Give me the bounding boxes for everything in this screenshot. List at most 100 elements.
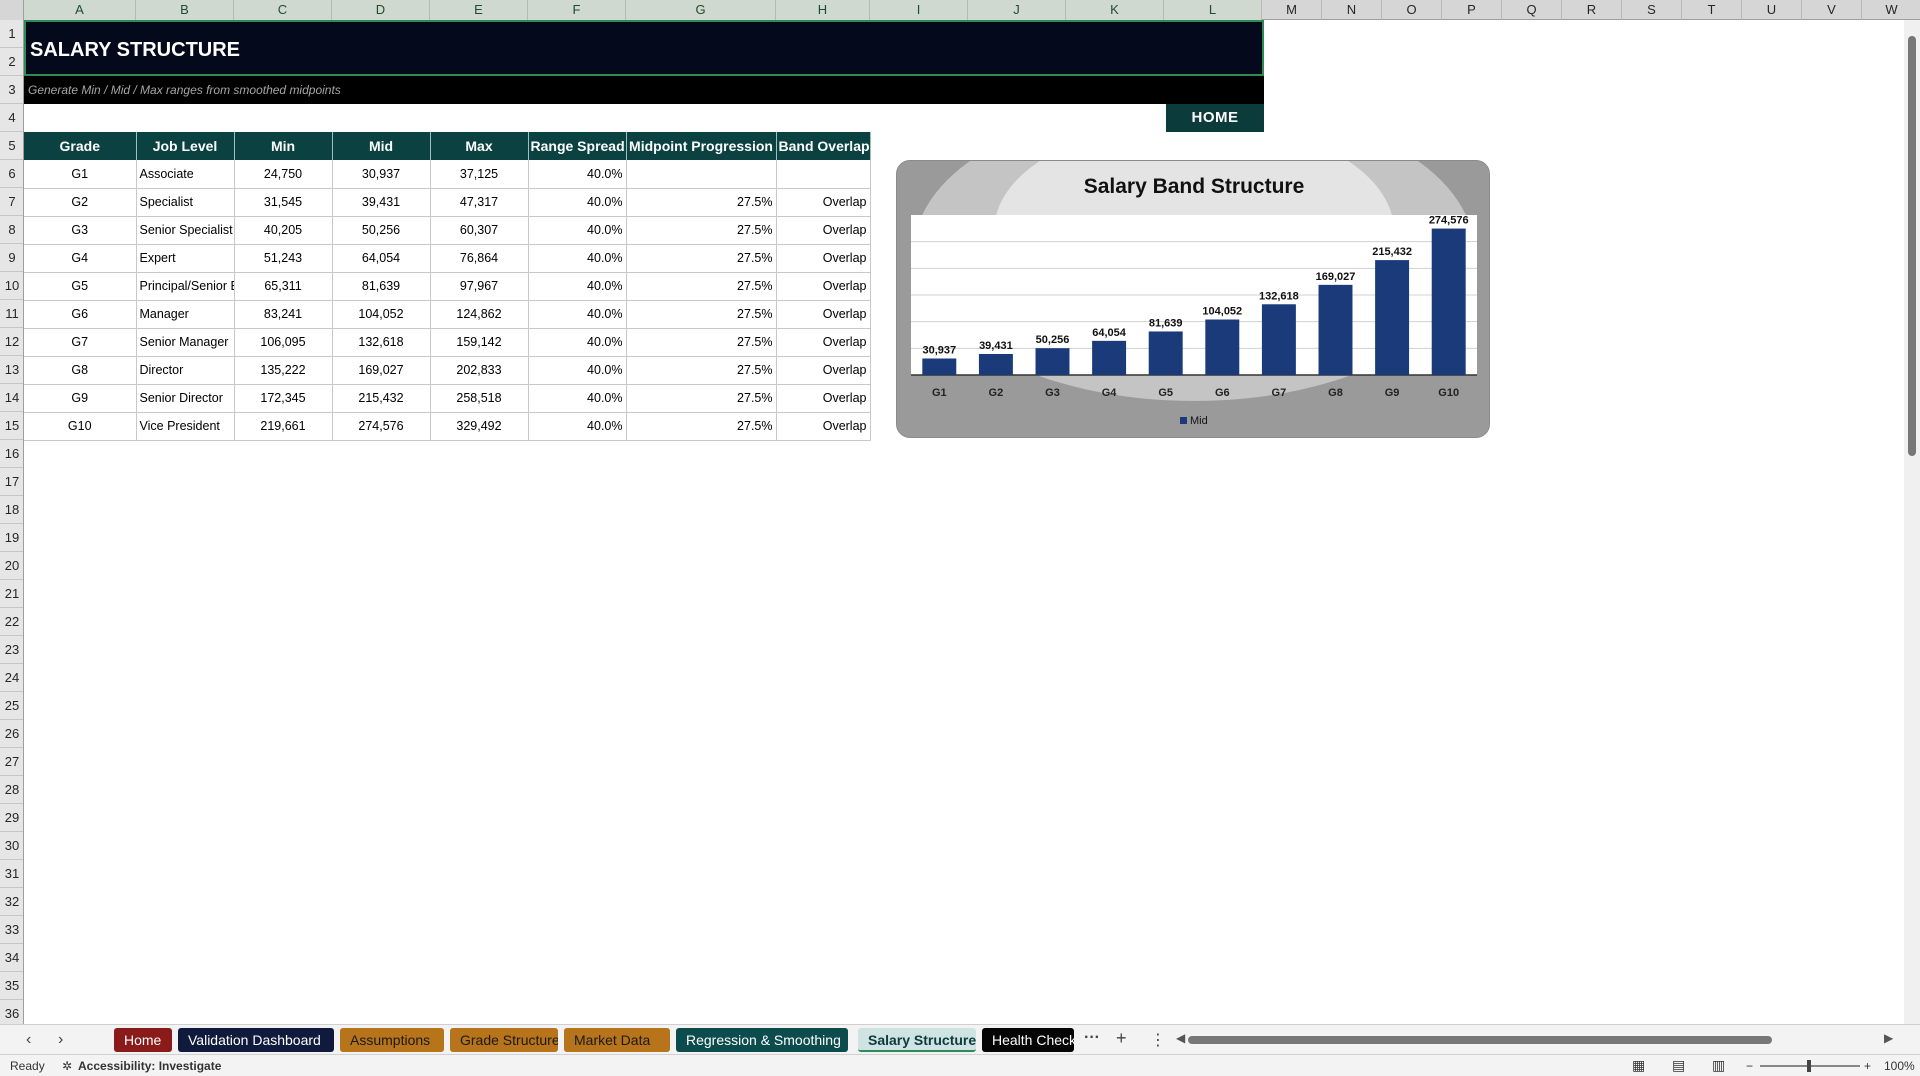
- table-cell[interactable]: 135,222: [234, 356, 333, 385]
- row-header[interactable]: 2: [0, 48, 23, 76]
- column-header[interactable]: V: [1802, 0, 1862, 20]
- table-cell[interactable]: Overlap: [776, 216, 871, 245]
- table-cell[interactable]: G10: [24, 412, 137, 441]
- column-header[interactable]: L: [1164, 0, 1262, 20]
- row-header[interactable]: 11: [0, 300, 23, 328]
- table-cell[interactable]: Overlap: [776, 272, 871, 301]
- table-cell[interactable]: 202,833: [430, 356, 529, 385]
- sheet-tab[interactable]: Salary Structure: [858, 1028, 976, 1052]
- table-cell[interactable]: G6: [24, 300, 137, 329]
- zoom-slider-thumb[interactable]: [1807, 1060, 1811, 1072]
- row-header[interactable]: 19: [0, 524, 23, 552]
- row-header[interactable]: 32: [0, 888, 23, 916]
- column-header[interactable]: O: [1382, 0, 1442, 20]
- row-header[interactable]: 21: [0, 580, 23, 608]
- table-cell[interactable]: G3: [24, 216, 137, 245]
- column-header[interactable]: C: [234, 0, 332, 20]
- table-cell[interactable]: 24,750: [234, 160, 333, 189]
- column-header[interactable]: P: [1442, 0, 1502, 20]
- sheet-tab[interactable]: Grade Structure: [450, 1028, 558, 1052]
- table-cell[interactable]: 274,576: [332, 412, 431, 441]
- column-header[interactable]: R: [1562, 0, 1622, 20]
- row-header[interactable]: 23: [0, 636, 23, 664]
- table-cell[interactable]: 97,967: [430, 272, 529, 301]
- row-header[interactable]: 7: [0, 188, 23, 216]
- table-cell[interactable]: 27.5%: [626, 300, 777, 329]
- row-header[interactable]: 35: [0, 972, 23, 1000]
- table-cell[interactable]: 159,142: [430, 328, 529, 357]
- table-cell[interactable]: [626, 160, 777, 189]
- table-cell[interactable]: Overlap: [776, 328, 871, 357]
- table-cell[interactable]: 60,307: [430, 216, 529, 245]
- add-sheet-button[interactable]: +: [1116, 1028, 1127, 1049]
- table-cell[interactable]: 106,095: [234, 328, 333, 357]
- chevron-left-icon[interactable]: ‹: [26, 1031, 31, 1049]
- table-cell[interactable]: 30,937: [332, 160, 431, 189]
- table-cell[interactable]: 27.5%: [626, 272, 777, 301]
- sheet-grid[interactable]: SALARY STRUCTURE Generate Min / Mid / Ma…: [24, 20, 1904, 1024]
- row-header[interactable]: 24: [0, 664, 23, 692]
- sheet-tab[interactable]: Home: [114, 1028, 172, 1052]
- column-header[interactable]: J: [968, 0, 1066, 20]
- table-cell[interactable]: 258,518: [430, 384, 529, 413]
- table-cell[interactable]: 47,317: [430, 188, 529, 217]
- more-tabs-icon[interactable]: ···: [1084, 1029, 1100, 1047]
- vertical-scrollbar[interactable]: [1904, 20, 1920, 1024]
- subtitle-bar[interactable]: Generate Min / Mid / Max ranges from smo…: [24, 76, 1264, 104]
- table-cell[interactable]: Vice President: [136, 412, 235, 441]
- table-cell[interactable]: 27.5%: [626, 412, 777, 441]
- row-header[interactable]: 1: [0, 20, 23, 48]
- table-cell[interactable]: 40,205: [234, 216, 333, 245]
- table-header-cell[interactable]: Band Overlap: [776, 132, 871, 160]
- column-header[interactable]: S: [1622, 0, 1682, 20]
- row-header[interactable]: 4: [0, 104, 23, 132]
- table-cell[interactable]: 27.5%: [626, 188, 777, 217]
- chevron-right-icon[interactable]: ›: [58, 1031, 63, 1049]
- column-header[interactable]: H: [776, 0, 870, 20]
- sheet-tab[interactable]: Regression & Smoothing: [676, 1028, 848, 1052]
- zoom-out-icon[interactable]: −: [1746, 1059, 1753, 1073]
- row-header[interactable]: 6: [0, 160, 23, 188]
- normal-view-icon[interactable]: ▦: [1632, 1057, 1645, 1074]
- row-header[interactable]: 36: [0, 1000, 23, 1024]
- zoom-slider[interactable]: [1760, 1060, 1860, 1072]
- row-header[interactable]: 25: [0, 692, 23, 720]
- table-cell[interactable]: Expert: [136, 244, 235, 273]
- table-cell[interactable]: 40.0%: [528, 188, 627, 217]
- table-cell[interactable]: 40.0%: [528, 328, 627, 357]
- table-cell[interactable]: 40.0%: [528, 412, 627, 441]
- column-header[interactable]: D: [332, 0, 430, 20]
- table-cell[interactable]: Overlap: [776, 300, 871, 329]
- home-button[interactable]: HOME: [1166, 104, 1264, 132]
- table-cell[interactable]: 31,545: [234, 188, 333, 217]
- table-cell[interactable]: G7: [24, 328, 137, 357]
- row-header[interactable]: 26: [0, 720, 23, 748]
- table-cell[interactable]: 219,661: [234, 412, 333, 441]
- row-header[interactable]: 10: [0, 272, 23, 300]
- table-cell[interactable]: 329,492: [430, 412, 529, 441]
- table-cell[interactable]: [776, 160, 871, 189]
- table-cell[interactable]: 27.5%: [626, 328, 777, 357]
- column-header[interactable]: F: [528, 0, 626, 20]
- table-cell[interactable]: Director: [136, 356, 235, 385]
- table-cell[interactable]: 64,054: [332, 244, 431, 273]
- table-cell[interactable]: Specialist: [136, 188, 235, 217]
- table-header-cell[interactable]: Max: [430, 132, 529, 160]
- table-cell[interactable]: 40.0%: [528, 160, 627, 189]
- table-cell[interactable]: 27.5%: [626, 216, 777, 245]
- table-cell[interactable]: 40.0%: [528, 384, 627, 413]
- table-header-cell[interactable]: Job Level: [136, 132, 235, 160]
- table-header-cell[interactable]: Range Spread: [528, 132, 627, 160]
- scroll-left-icon[interactable]: ◀: [1176, 1031, 1185, 1045]
- column-header[interactable]: G: [626, 0, 776, 20]
- table-cell[interactable]: G2: [24, 188, 137, 217]
- table-cell[interactable]: 81,639: [332, 272, 431, 301]
- table-header-cell[interactable]: Min: [234, 132, 333, 160]
- table-cell[interactable]: 37,125: [430, 160, 529, 189]
- table-cell[interactable]: 172,345: [234, 384, 333, 413]
- column-header[interactable]: K: [1066, 0, 1164, 20]
- row-header[interactable]: 34: [0, 944, 23, 972]
- row-header[interactable]: 15: [0, 412, 23, 440]
- page-layout-view-icon[interactable]: ▤: [1672, 1057, 1685, 1074]
- row-header[interactable]: 27: [0, 748, 23, 776]
